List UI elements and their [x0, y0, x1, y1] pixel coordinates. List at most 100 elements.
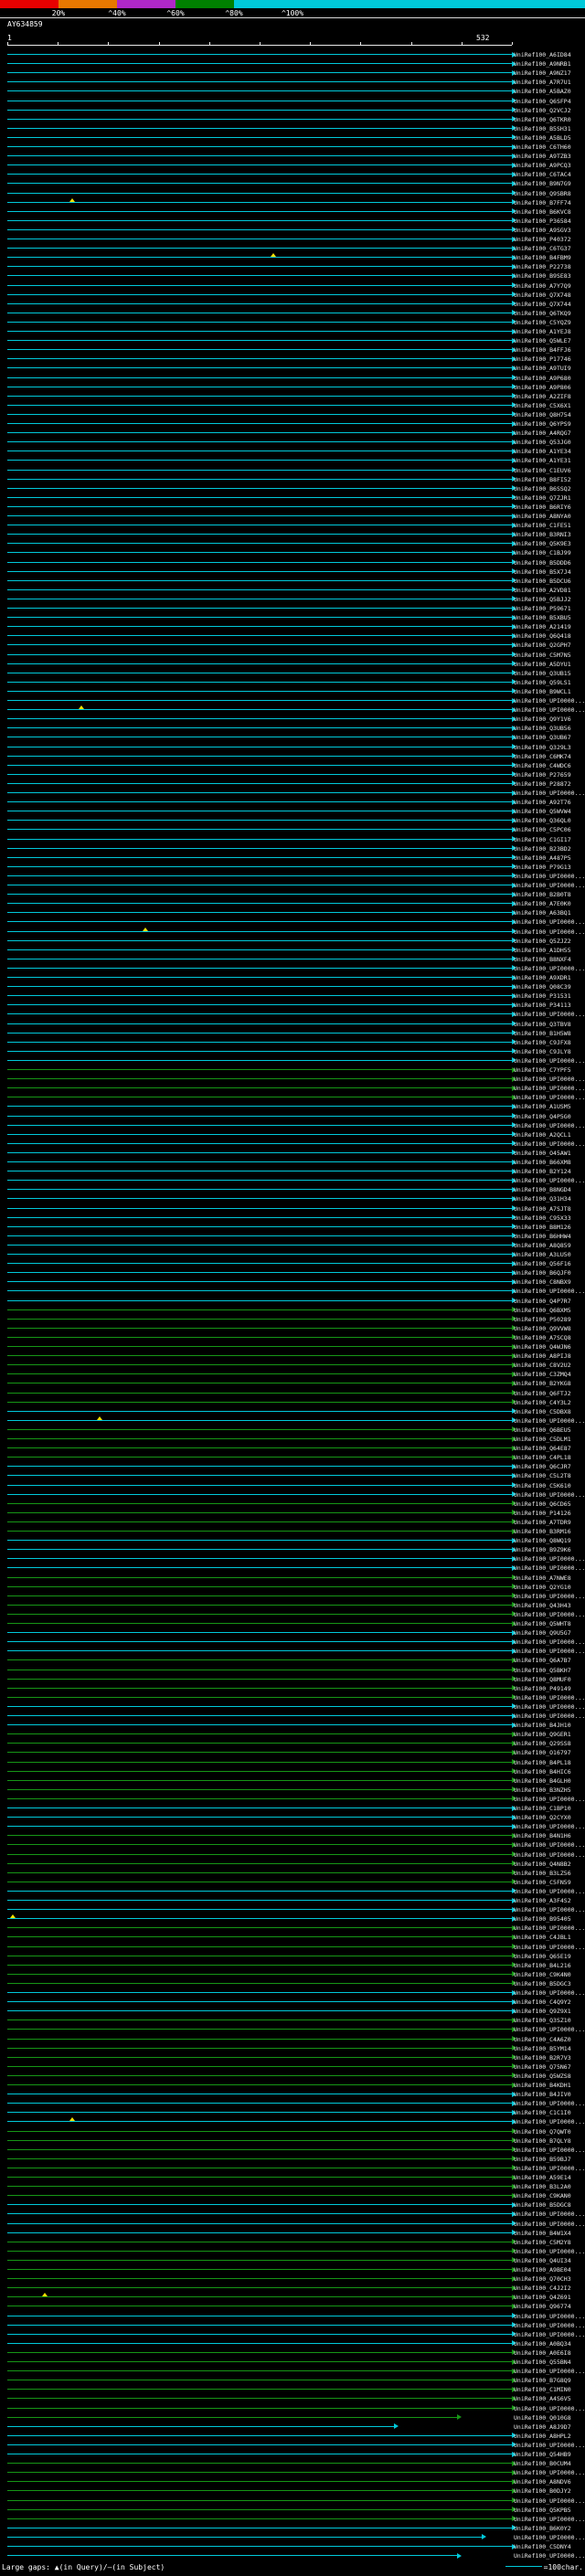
subject-label[interactable]: UniRef100_UPI0000...: [514, 1140, 585, 1148]
alignment-line[interactable]: [7, 496, 512, 498]
subject-label[interactable]: UniRef100_Q3UB56: [514, 725, 585, 732]
subject-label[interactable]: UniRef100_UPI0000...: [514, 697, 585, 705]
subject-label[interactable]: UniRef100_B1H5W8: [514, 1030, 585, 1037]
subject-label[interactable]: UniRef100_UPI0000...: [514, 2497, 585, 2505]
alignment-line[interactable]: [7, 1502, 512, 1504]
subject-label[interactable]: UniRef100_Q53JG0: [514, 439, 585, 446]
subject-label[interactable]: UniRef100_Q56F16: [514, 1260, 585, 1267]
alignment-line[interactable]: [7, 367, 512, 369]
alignment-line[interactable]: [7, 2084, 512, 2085]
subject-label[interactable]: UniRef100_B2YKG8: [514, 1380, 585, 1387]
alignment-line[interactable]: [7, 2472, 512, 2474]
subject-label[interactable]: UniRef100_B8NGD4: [514, 1186, 585, 1193]
subject-label[interactable]: UniRef100_UPI0000...: [514, 1085, 585, 1092]
subject-label[interactable]: UniRef100_C4J2I2: [514, 2284, 585, 2292]
alignment-line[interactable]: [7, 1216, 512, 1218]
subject-label[interactable]: UniRef100_UPI0000...: [514, 965, 585, 972]
alignment-line[interactable]: [7, 1770, 512, 1772]
subject-label[interactable]: UniRef100_C5X6X1: [514, 402, 585, 409]
alignment-line[interactable]: [7, 2056, 512, 2058]
subject-label[interactable]: UniRef100_C5DLM1: [514, 1436, 585, 1443]
subject-label[interactable]: UniRef100_A8PIJ8: [514, 1352, 585, 1360]
subject-label[interactable]: UniRef100_A9P680: [514, 375, 585, 382]
alignment-line[interactable]: [7, 2074, 512, 2076]
subject-label[interactable]: UniRef100_C95X33: [514, 1214, 585, 1222]
subject-label[interactable]: UniRef100_A1YE31: [514, 457, 585, 464]
alignment-line[interactable]: [7, 1290, 512, 1292]
alignment-line[interactable]: [7, 995, 512, 997]
subject-label[interactable]: UniRef100_UPI0000...: [514, 790, 585, 797]
alignment-line[interactable]: [7, 2112, 512, 2114]
alignment-line[interactable]: [7, 1604, 512, 1606]
alignment-line[interactable]: [7, 967, 512, 969]
alignment-line[interactable]: [7, 1475, 512, 1477]
subject-label[interactable]: UniRef100_B5XBU5: [514, 614, 585, 621]
alignment-line[interactable]: [7, 2333, 512, 2335]
subject-label[interactable]: UniRef100_B4L216: [514, 1962, 585, 1969]
alignment-line[interactable]: [7, 201, 512, 203]
alignment-line[interactable]: [7, 1862, 512, 1864]
alignment-line[interactable]: [7, 1428, 512, 1430]
subject-label[interactable]: UniRef100_A0E6I8: [514, 2349, 585, 2357]
alignment-line[interactable]: [7, 1161, 512, 1162]
subject-label[interactable]: UniRef100_Q2CYX0: [514, 1814, 585, 1821]
subject-label[interactable]: UniRef100_Q2GPH7: [514, 641, 585, 649]
subject-label[interactable]: UniRef100_B9SE83: [514, 272, 585, 280]
subject-label[interactable]: UniRef100_A7TDR9: [514, 1519, 585, 1526]
subject-label[interactable]: UniRef100_Q6FTJ2: [514, 1390, 585, 1397]
subject-label[interactable]: UniRef100_A5BAZ0: [514, 88, 585, 95]
alignment-line[interactable]: [7, 478, 512, 480]
alignment-line[interactable]: [7, 608, 512, 609]
subject-label[interactable]: UniRef100_UPI0000...: [514, 882, 585, 889]
alignment-line[interactable]: [7, 2342, 512, 2344]
alignment-line[interactable]: [7, 1788, 512, 1790]
subject-label[interactable]: UniRef100_A9TUI9: [514, 365, 585, 372]
alignment-line[interactable]: [7, 2038, 512, 2040]
alignment-line[interactable]: [7, 358, 512, 360]
subject-label[interactable]: UniRef100_A8J9D7: [514, 2423, 585, 2431]
alignment-line[interactable]: [7, 1401, 512, 1403]
alignment-line[interactable]: [7, 949, 512, 950]
alignment-line[interactable]: [7, 1531, 512, 1532]
alignment-line[interactable]: [7, 588, 512, 590]
subject-label[interactable]: UniRef100_UPI0000...: [514, 1841, 585, 1849]
alignment-line[interactable]: [7, 1373, 512, 1375]
subject-label[interactable]: UniRef100_A8HPL2: [514, 2433, 585, 2440]
alignment-line[interactable]: [7, 552, 512, 554]
subject-label[interactable]: UniRef100_UPI0000...: [514, 1703, 585, 1711]
alignment-line[interactable]: [7, 921, 512, 923]
alignment-line[interactable]: [7, 875, 512, 876]
alignment-line[interactable]: [7, 903, 512, 905]
alignment-line[interactable]: [7, 1705, 512, 1707]
alignment-line[interactable]: [7, 2019, 512, 2021]
alignment-line[interactable]: [7, 2536, 482, 2538]
alignment-line[interactable]: [7, 1613, 512, 1615]
alignment-line[interactable]: [7, 1973, 512, 1975]
subject-label[interactable]: UniRef100_C5PC06: [514, 826, 585, 833]
subject-label[interactable]: UniRef100_B5DGC8: [514, 2201, 585, 2209]
alignment-line[interactable]: [7, 109, 512, 111]
subject-label[interactable]: UniRef100_A9NZ17: [514, 69, 585, 77]
alignment-line[interactable]: [7, 700, 512, 701]
alignment-line[interactable]: [7, 1115, 512, 1117]
alignment-line[interactable]: [7, 2195, 512, 2197]
subject-label[interactable]: UniRef100_Q6BXM5: [514, 1307, 585, 1314]
subject-label[interactable]: UniRef100_UPI0000...: [514, 1796, 585, 1803]
subject-label[interactable]: UniRef100_A8NYA0: [514, 513, 585, 520]
subject-label[interactable]: UniRef100_UPI0000...: [514, 2469, 585, 2476]
subject-label[interactable]: UniRef100_O16797: [514, 1749, 585, 1756]
subject-label[interactable]: UniRef100_P49149: [514, 1685, 585, 1692]
subject-label[interactable]: UniRef100_A7E0K0: [514, 900, 585, 907]
subject-label[interactable]: UniRef100_Q31H34: [514, 1195, 585, 1203]
subject-label[interactable]: UniRef100_C1C1I0: [514, 2109, 585, 2116]
subject-label[interactable]: UniRef100_C5M2Y8: [514, 2239, 585, 2246]
subject-label[interactable]: UniRef100_Q6YPS9: [514, 420, 585, 428]
subject-label[interactable]: UniRef100_A4RQG7: [514, 429, 585, 437]
subject-label[interactable]: UniRef100_Q5KPB5: [514, 2507, 585, 2514]
subject-label[interactable]: UniRef100_A8Q859: [514, 1242, 585, 1249]
alignment-line[interactable]: [7, 1106, 512, 1108]
subject-label[interactable]: UniRef100_C1EUV6: [514, 467, 585, 474]
subject-label[interactable]: UniRef100_A9BE04: [514, 2266, 585, 2274]
subject-label[interactable]: UniRef100_UPI0000...: [514, 1694, 585, 1701]
alignment-line[interactable]: [7, 404, 512, 406]
